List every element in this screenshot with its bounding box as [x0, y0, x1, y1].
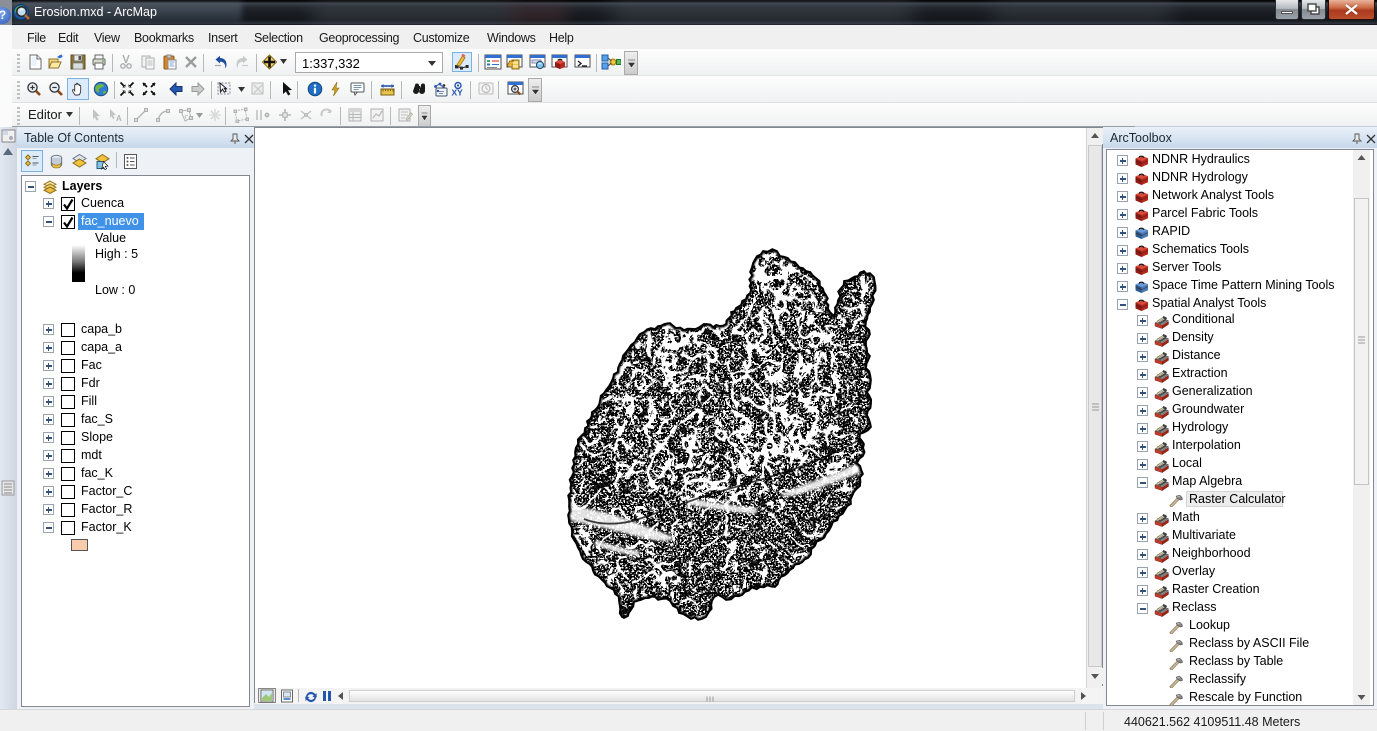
svg-text:XY: XY: [452, 88, 464, 98]
svg-text:A: A: [116, 114, 122, 123]
